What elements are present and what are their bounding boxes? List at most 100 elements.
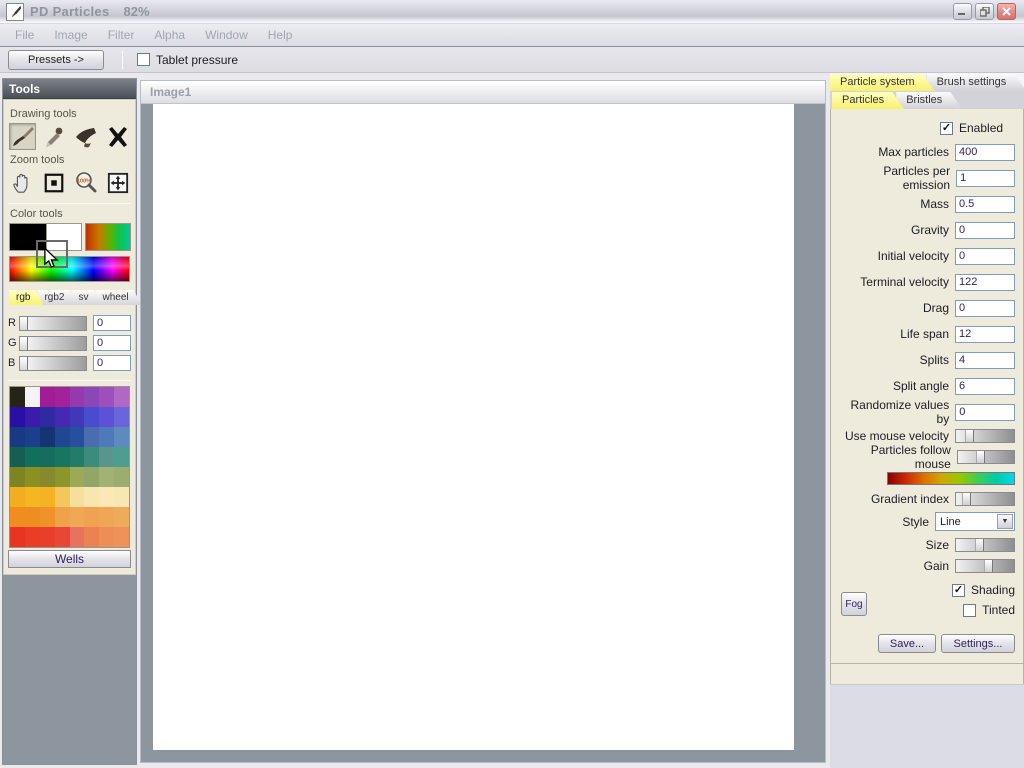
palette-swatch[interactable] (99, 527, 114, 547)
palette-swatch[interactable] (99, 407, 114, 427)
palette-swatch[interactable] (25, 487, 40, 507)
settings-button[interactable]: Settings... (941, 634, 1015, 653)
menu-item-file[interactable]: File (6, 25, 43, 45)
color-tab-rgb2[interactable]: rgb2 (37, 290, 77, 305)
palette-swatch[interactable] (99, 447, 114, 467)
palette-swatch[interactable] (55, 527, 70, 547)
palette-swatch[interactable] (55, 487, 70, 507)
palette-swatch[interactable] (25, 427, 40, 447)
gravity-input[interactable]: 0 (955, 222, 1015, 239)
menu-item-alpha[interactable]: Alpha (145, 25, 194, 45)
palette-swatch[interactable] (70, 507, 85, 527)
palette-swatch[interactable] (114, 407, 129, 427)
particles-follow-mouse-thumb[interactable] (976, 451, 985, 463)
delete-icon[interactable] (104, 123, 131, 150)
hand-icon[interactable] (9, 169, 36, 196)
tinted-checkbox[interactable] (963, 604, 976, 617)
palette-swatch[interactable] (25, 387, 40, 407)
palette-swatch[interactable] (84, 447, 99, 467)
tab-bristles[interactable]: Bristles (896, 92, 962, 109)
color-tab-wheel[interactable]: wheel (95, 290, 141, 305)
palette-swatch[interactable] (114, 427, 129, 447)
palette-swatch[interactable] (40, 487, 55, 507)
pressets-button[interactable]: Pressets -> (8, 50, 104, 70)
canvas-surface[interactable] (153, 104, 794, 750)
palette-swatch[interactable] (10, 407, 25, 427)
gradient-color-swatch[interactable] (85, 223, 131, 251)
terminal-velocity-input[interactable]: 122 (955, 274, 1015, 291)
palette-swatch[interactable] (84, 527, 99, 547)
palette-swatch[interactable] (84, 487, 99, 507)
palette-swatch[interactable] (40, 527, 55, 547)
palette-swatch[interactable] (25, 527, 40, 547)
palette-swatch[interactable] (40, 447, 55, 467)
randomize-values-by-input[interactable]: 0 (955, 404, 1015, 421)
palette-swatch[interactable] (40, 467, 55, 487)
palette-swatch[interactable] (99, 427, 114, 447)
gradient-index-slider[interactable] (955, 492, 1015, 506)
r-slider-thumb[interactable] (20, 317, 28, 330)
menu-item-window[interactable]: Window (196, 25, 257, 45)
palette-swatch[interactable] (40, 427, 55, 447)
palette-swatch[interactable] (10, 467, 25, 487)
particles-per-emission-input[interactable]: 1 (956, 170, 1015, 187)
palette-swatch[interactable] (99, 487, 114, 507)
menu-item-filter[interactable]: Filter (99, 25, 144, 45)
palette-swatch[interactable] (70, 407, 85, 427)
close-button[interactable] (997, 3, 1016, 20)
size-slider[interactable] (955, 538, 1015, 552)
palette-swatch[interactable] (84, 387, 99, 407)
palette-swatch[interactable] (84, 407, 99, 427)
tab-particle-system[interactable]: Particle system (830, 74, 935, 91)
palette-swatch[interactable] (10, 427, 25, 447)
palette-swatch[interactable] (40, 387, 55, 407)
particle-gradient-bar[interactable] (887, 472, 1015, 485)
palette-swatch[interactable] (84, 467, 99, 487)
b-slider[interactable] (19, 356, 87, 371)
enabled-checkbox[interactable]: ✓ (940, 122, 953, 135)
style-dropdown[interactable]: Line ▼ (935, 512, 1015, 531)
palette-swatch[interactable] (114, 507, 129, 527)
palette-swatch[interactable] (55, 507, 70, 527)
palette-swatch[interactable] (55, 427, 70, 447)
r-value[interactable]: 0 (93, 315, 131, 331)
brush-icon[interactable] (9, 123, 36, 150)
palette-swatch[interactable] (70, 487, 85, 507)
palette-swatch[interactable] (70, 467, 85, 487)
palette-swatch[interactable] (25, 447, 40, 467)
palette-swatch[interactable] (99, 467, 114, 487)
zoom-100-icon[interactable]: 100% (73, 169, 100, 196)
max-particles-input[interactable]: 400 (955, 144, 1015, 161)
palette-swatch[interactable] (99, 387, 114, 407)
palette-swatch[interactable] (99, 507, 114, 527)
restore-button[interactable] (975, 3, 994, 20)
particles-follow-mouse-slider[interactable] (957, 450, 1015, 464)
tablet-pressure-checkbox[interactable] (137, 53, 150, 66)
menu-item-image[interactable]: Image (45, 25, 96, 45)
menu-item-help[interactable]: Help (259, 25, 302, 45)
palette-swatch[interactable] (40, 507, 55, 527)
palette-swatch[interactable] (40, 407, 55, 427)
gain-slider[interactable] (955, 559, 1015, 573)
tab-brush-settings[interactable]: Brush settings (927, 74, 1024, 91)
life-span-input[interactable]: 12 (955, 326, 1015, 343)
palette-swatch[interactable] (114, 527, 129, 547)
save-button[interactable]: Save... (878, 634, 936, 653)
shading-checkbox[interactable]: ✓ (952, 584, 965, 597)
palette-swatch[interactable] (10, 527, 25, 547)
initial-velocity-input[interactable]: 0 (955, 248, 1015, 265)
g-value[interactable]: 0 (93, 335, 131, 351)
palette-swatch[interactable] (84, 507, 99, 527)
r-slider[interactable] (19, 316, 87, 331)
palette-swatch[interactable] (70, 447, 85, 467)
palette-swatch[interactable] (10, 487, 25, 507)
pan-icon[interactable] (104, 169, 131, 196)
palette-swatch[interactable] (114, 447, 129, 467)
palette-swatch[interactable] (70, 527, 85, 547)
minimize-button[interactable] (953, 3, 972, 20)
wells-button[interactable]: Wells (8, 550, 131, 568)
palette-swatch[interactable] (70, 387, 85, 407)
fit-view-icon[interactable] (41, 169, 68, 196)
palette-swatch[interactable] (114, 387, 129, 407)
palette-swatch[interactable] (10, 507, 25, 527)
